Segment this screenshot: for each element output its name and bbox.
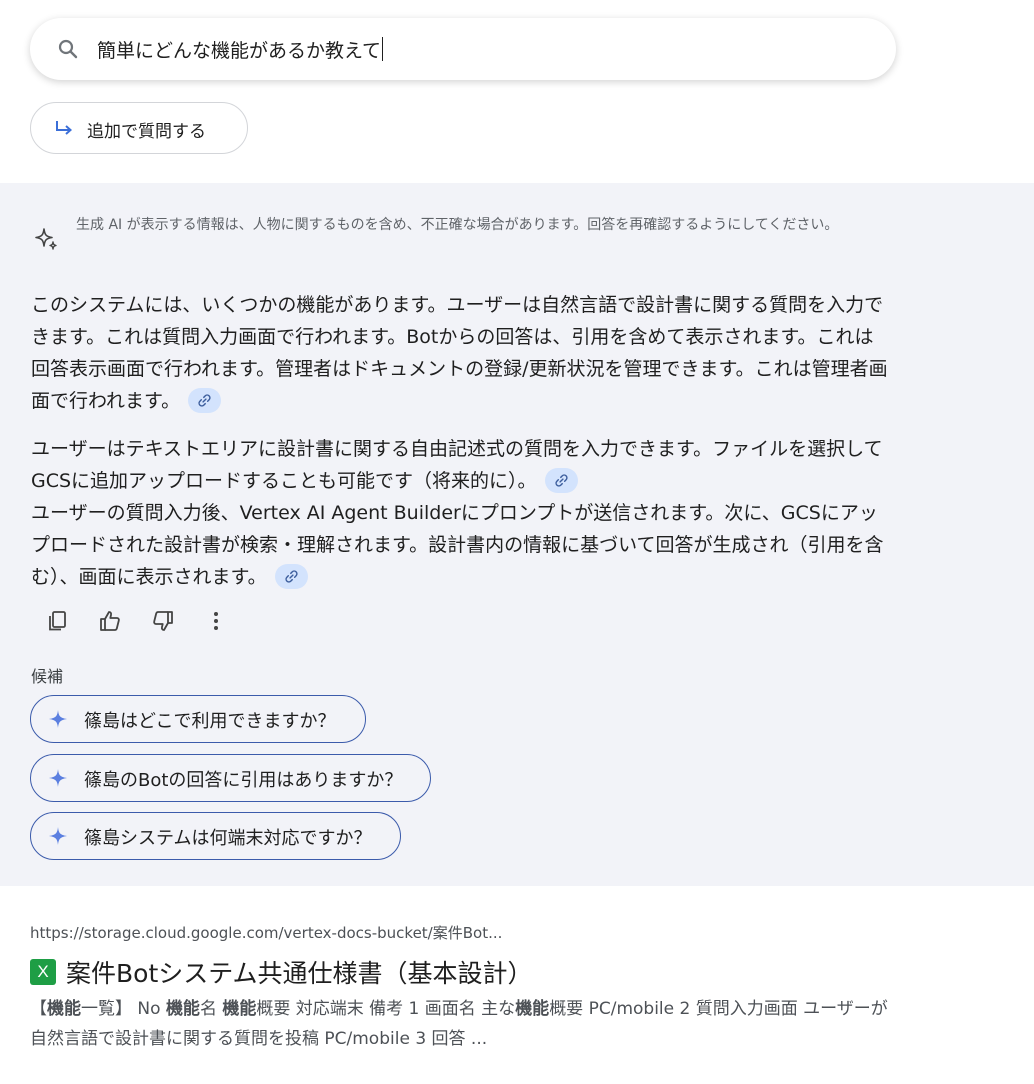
suggestion-label: 篠島のBotの回答に引用はありますか？ — [84, 770, 403, 791]
thumbs-up-button[interactable] — [83, 603, 135, 639]
suggestion-label: 篠島システムは何端末対応ですか？ — [84, 828, 372, 849]
snippet-highlight: 機能 — [515, 999, 550, 1019]
more-vert-icon — [214, 612, 218, 630]
result-title: 案件Botシステム共通仕様書（基本設計） — [66, 959, 533, 988]
suggestion-chip[interactable]: 篠島のBotの回答に引用はありますか？ — [30, 754, 431, 802]
sparkle-icon — [49, 710, 67, 728]
link-icon — [198, 394, 211, 407]
result-snippet: 【機能一覧】 No 機能名 機能概要 対応端末 備考 1 画面名 主な機能概要 … — [30, 994, 900, 1054]
paragraph-text: このシステムには、いくつかの機能があります。ユーザーは自然言語で設計書に関する質… — [31, 294, 888, 412]
result-url[interactable]: https://storage.cloud.google.com/vertex-… — [30, 922, 502, 943]
source-link-chip[interactable] — [188, 388, 222, 413]
snippet-text: 概要 対応端末 備考 1 画面名 主な — [256, 999, 516, 1019]
followup-label: 追加で質問する — [87, 122, 206, 142]
snippet-highlight: 機能 — [47, 999, 81, 1019]
followup-button[interactable]: 追加で質問する — [30, 102, 248, 154]
copy-icon — [49, 611, 66, 631]
source-link-chip[interactable] — [544, 468, 578, 493]
search-bar[interactable]: 簡単にどんな機能があるか教えて — [30, 18, 896, 80]
paragraph-text: ユーザーはテキストエリアに設計書に関する自由記述式の質問を入力できます。ファイル… — [31, 438, 883, 492]
sparkle-icon — [49, 827, 67, 845]
search-icon — [56, 37, 80, 61]
suggestions-title: 候補 — [31, 667, 64, 686]
snippet-text: 【 — [30, 999, 47, 1019]
link-icon — [554, 474, 568, 487]
search-input[interactable]: 簡単にどんな機能があるか教えて — [97, 36, 384, 63]
subdirectory-arrow-icon — [53, 118, 75, 140]
snippet-text: 一覧】 No — [81, 999, 166, 1019]
thumbs-down-button[interactable] — [136, 603, 188, 639]
copy-button[interactable] — [30, 603, 82, 639]
ai-answer-paragraph: このシステムには、いくつかの機能があります。ユーザーは自然言語で設計書に関する質… — [31, 289, 891, 417]
suggestion-label: 篠島はどこで利用できますか？ — [84, 711, 336, 732]
paragraph-text: ユーザーの質問入力後、Vertex AI Agent Builderにプロンプト… — [31, 502, 884, 588]
snippet-highlight: 機能 — [222, 999, 257, 1019]
excel-file-icon: X — [30, 959, 56, 985]
suggestion-chip[interactable]: 篠島システムは何端末対応ですか？ — [30, 812, 401, 860]
ai-sparkle-icon — [32, 225, 60, 253]
source-link-chip[interactable] — [274, 564, 308, 589]
ai-answer-paragraph: ユーザーの質問入力後、Vertex AI Agent Builderにプロンプト… — [31, 497, 891, 593]
ai-overview-panel: 生成 AI が表示する情報は、人物に関するものを含め、不正確な場合があります。回… — [0, 183, 1034, 886]
thumbs-up-icon — [100, 611, 120, 631]
ai-disclaimer: 生成 AI が表示する情報は、人物に関するものを含め、不正確な場合があります。回… — [76, 217, 839, 233]
sparkle-icon — [49, 769, 67, 787]
snippet-highlight: 機能 — [165, 999, 200, 1019]
ai-answer-paragraph: ユーザーはテキストエリアに設計書に関する自由記述式の質問を入力できます。ファイル… — [31, 433, 891, 497]
more-options-button[interactable] — [189, 603, 241, 639]
link-icon — [285, 570, 298, 583]
snippet-text: 名 — [199, 999, 223, 1019]
text-caret — [382, 37, 384, 61]
thumbs-down-icon — [153, 611, 173, 631]
suggestion-chip[interactable]: 篠島はどこで利用できますか？ — [30, 695, 366, 743]
